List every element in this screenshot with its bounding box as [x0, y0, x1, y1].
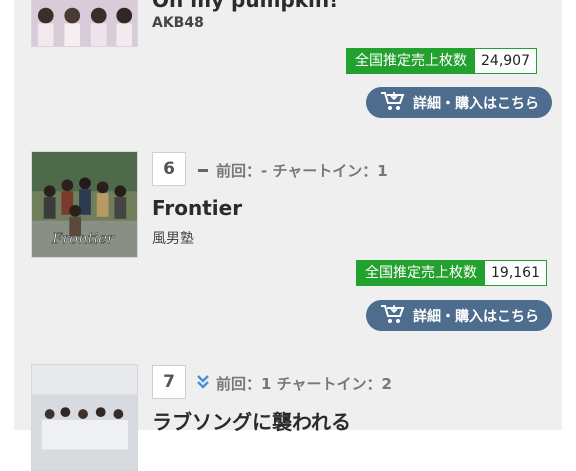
- sales-value: 24,907: [475, 49, 536, 73]
- chart-meta-3: 前回：1 チャートイン：2: [216, 375, 392, 393]
- song-title-3[interactable]: ラブソングに襲われる: [152, 406, 351, 435]
- sales-label: 全国推定売上枚数: [357, 261, 485, 285]
- detail-purchase-button-2[interactable]: 詳細・購入はこちら: [366, 300, 552, 331]
- rank-number-2: 6: [152, 152, 186, 186]
- chart-meta-2: 前回：- チャートイン：1: [216, 162, 388, 180]
- artist-name-2[interactable]: 風男塾: [152, 228, 194, 248]
- album-cover-1[interactable]: [31, 0, 138, 47]
- sales-label: 全国推定売上枚数: [347, 49, 475, 73]
- song-title-2[interactable]: Frontier: [152, 196, 242, 220]
- artist-name-1[interactable]: AKB48: [152, 15, 204, 31]
- detail-purchase-button-1[interactable]: 詳細・購入はこちら: [366, 87, 552, 118]
- sales-value: 19,161: [485, 261, 546, 285]
- sales-box-2: 全国推定売上枚数 19,161: [356, 260, 547, 286]
- song-title-1[interactable]: Oh my pumpkin!: [152, 0, 338, 12]
- album-cover-2[interactable]: Frontier: [31, 151, 138, 258]
- button-label: 詳細・購入はこちら: [413, 95, 539, 112]
- rank-number-3: 7: [152, 365, 186, 399]
- dash-icon: [196, 162, 210, 176]
- cart-icon: [379, 303, 407, 329]
- cart-icon: [379, 90, 407, 116]
- double-chevron-down-icon: [196, 374, 210, 389]
- svg-text:Frontier: Frontier: [51, 230, 115, 247]
- button-label: 詳細・購入はこちら: [413, 308, 539, 325]
- sales-box-1: 全国推定売上枚数 24,907: [346, 48, 537, 74]
- album-cover-3[interactable]: [31, 364, 138, 471]
